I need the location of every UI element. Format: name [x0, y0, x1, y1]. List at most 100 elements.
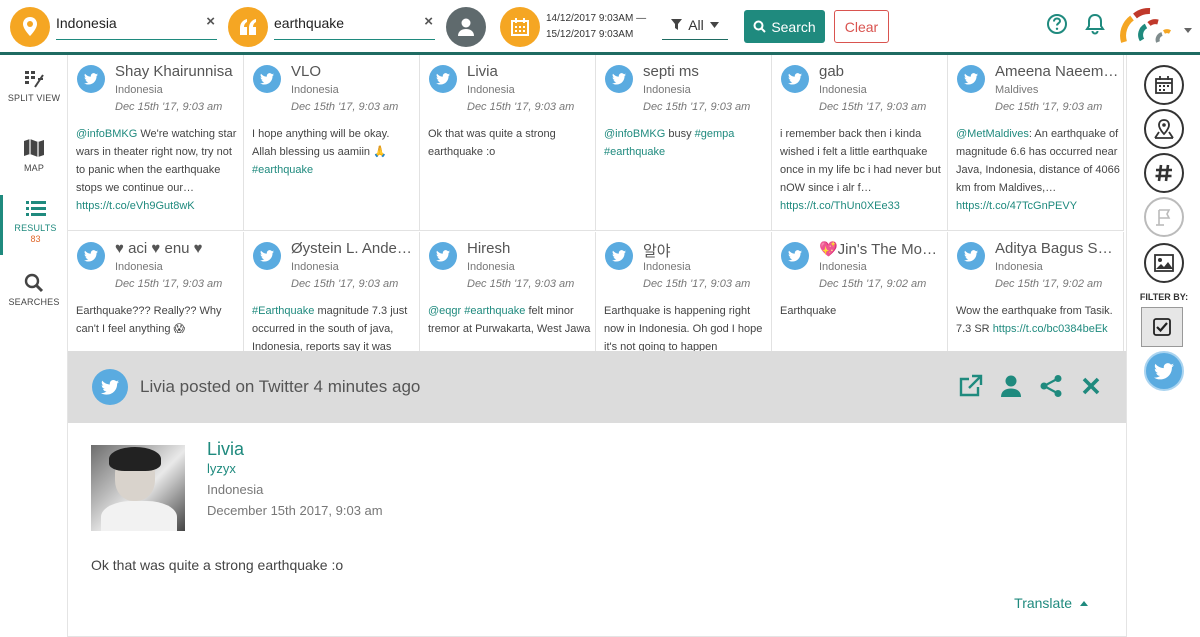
tweet-link[interactable]: https://t.co/47TcGnPEVY	[956, 200, 1077, 212]
search-icon	[753, 20, 767, 33]
search-history-icon	[24, 273, 44, 293]
tweet-location: Indonesia	[467, 84, 515, 96]
translate-button[interactable]: Translate	[1014, 595, 1088, 611]
filter-dropdown-value: All	[688, 16, 704, 33]
tweet-card[interactable]: Livia Indonesia Dec 15th '17, 9:03 am Ok th…	[420, 55, 596, 231]
post-actions	[958, 373, 1104, 399]
split-view-icon	[25, 71, 44, 88]
avatar	[91, 445, 185, 531]
tweet-time: Dec 15th '17, 9:03 am	[291, 278, 399, 290]
author-handle[interactable]: lyzyx	[207, 461, 236, 476]
clear-button[interactable]: Clear	[834, 10, 889, 43]
nav-searches[interactable]: SEARCHES	[0, 273, 68, 307]
account-menu-caret-icon[interactable]	[1184, 20, 1192, 38]
tweet-author: Ameena Naeem…	[995, 63, 1119, 80]
map-pin-icon	[1154, 119, 1174, 139]
nav-map[interactable]: MAP	[0, 137, 68, 173]
tweet-text: @eqgr #earthquake felt minor tremor at P…	[428, 302, 592, 338]
tweet-text-part: I hope anything will be okay. Allah bles…	[252, 128, 390, 158]
date-range[interactable]: 14/12/2017 9:03AM — 15/12/2017 9:03AM	[546, 11, 646, 43]
tweet-link[interactable]: #earthquake	[252, 164, 313, 176]
post-detail-header: Livia posted on Twitter 4 minutes ago	[68, 351, 1126, 423]
tweet-link[interactable]: @MetMaldives	[956, 128, 1029, 140]
quote-icon[interactable]	[228, 7, 268, 47]
tweet-card[interactable]: VLO Indonesia Dec 15th '17, 9:03 am I hope …	[244, 55, 420, 231]
flag-icon	[1156, 209, 1171, 226]
tweet-link[interactable]: @infoBMKG	[604, 128, 665, 140]
search-button[interactable]: Search	[744, 10, 825, 43]
twitter-icon	[781, 242, 809, 270]
tweet-author: Livia	[467, 63, 498, 80]
tweet-time: Dec 15th '17, 9:03 am	[291, 101, 399, 113]
twitter-icon	[605, 65, 633, 93]
tweet-link[interactable]: #Earthquake	[252, 305, 314, 317]
flag-filter-button[interactable]	[1144, 197, 1184, 237]
tweet-link[interactable]: @eqgr #earthquake	[428, 305, 525, 317]
user-profile-icon[interactable]	[998, 373, 1024, 399]
filter-by-label: FILTER BY:	[1139, 292, 1189, 302]
keyword-input[interactable]: earthquake ×	[274, 8, 435, 40]
nav-split-view[interactable]: SPLIT VIEW	[0, 69, 68, 103]
tweet-location: Maldives	[995, 84, 1039, 96]
tweet-text: @MetMaldives: An earthquake of magnitude…	[956, 125, 1120, 215]
left-nav: SPLIT VIEW MAP RESULTS 83 SEARCHES	[0, 55, 68, 637]
calendar-icon	[1155, 76, 1173, 94]
tweet-time: Dec 15th '17, 9:03 am	[467, 101, 575, 113]
tweet-author: ♥ aci ♥ enu ♥	[115, 240, 203, 257]
tweet-time: Dec 15th '17, 9:03 am	[115, 278, 223, 290]
image-filter-button[interactable]	[1144, 243, 1184, 283]
calendar-icon[interactable]	[500, 7, 540, 47]
author-name[interactable]: Livia	[207, 439, 244, 460]
tweet-card[interactable]: Aditya Bagus Se… Indonesia Dec 15th '17, 9…	[948, 232, 1124, 351]
tweet-card[interactable]: gab Indonesia Dec 15th '17, 9:03 am i remem…	[772, 55, 948, 231]
tweet-link[interactable]: https://t.co/ThUn0XEe33	[780, 200, 900, 212]
tweet-link[interactable]: https://t.co/eVh9Gut8wK	[76, 200, 195, 212]
tweet-link[interactable]: @infoBMKG	[76, 128, 137, 140]
tweet-author: Aditya Bagus Se…	[995, 240, 1119, 257]
hashtag-filter-button[interactable]	[1144, 153, 1184, 193]
user-icon[interactable]	[446, 7, 486, 47]
tweet-text: @infoBMKG We're watching star wars in th…	[76, 125, 240, 215]
location-input[interactable]: Indonesia ×	[56, 8, 217, 40]
open-external-icon[interactable]	[958, 373, 984, 399]
tweet-text-part: Earthquake is happening right now in Ind…	[604, 305, 763, 351]
bell-icon[interactable]	[1084, 12, 1106, 41]
brand-logo[interactable]	[1118, 6, 1180, 51]
clear-location-icon[interactable]: ×	[206, 13, 215, 30]
tweet-author: 💖Jin's The Mon…	[819, 241, 943, 258]
twitter-icon	[92, 369, 128, 405]
tweet-card[interactable]: Shay Khairunnisa Indonesia Dec 15th '17, 9…	[68, 55, 244, 231]
tweet-text: @infoBMKG busy #gempa #earthquake	[604, 125, 768, 161]
top-bar: Indonesia × earthquake × 14/12/2017 9:03…	[0, 0, 1200, 55]
close-icon[interactable]	[1078, 373, 1104, 399]
tweet-text: Earthquake	[780, 302, 944, 320]
funnel-icon	[671, 18, 683, 30]
calendar-filter-button[interactable]	[1144, 65, 1184, 105]
tweet-location: Indonesia	[291, 84, 339, 96]
select-filter-checkbox[interactable]	[1141, 307, 1183, 347]
tweet-card[interactable]: Ameena Naeem… Maldives Dec 15th '17, 9:03 …	[948, 55, 1124, 231]
filter-dropdown[interactable]: All	[662, 10, 728, 40]
twitter-filter-button[interactable]	[1144, 351, 1184, 391]
nav-results[interactable]: RESULTS 83	[0, 195, 68, 255]
tweet-card[interactable]: septi ms Indonesia Dec 15th '17, 9:03 am @i…	[596, 55, 772, 231]
tweet-card[interactable]: Øystein L. Ander… Indonesia Dec 15th '17, …	[244, 232, 420, 351]
share-icon[interactable]	[1038, 373, 1064, 399]
tweet-card[interactable]: 알야 Indonesia Dec 15th '17, 9:03 am Earthqua…	[596, 232, 772, 351]
twitter-icon	[253, 65, 281, 93]
image-icon	[1154, 254, 1174, 272]
tweet-author: 알야	[643, 243, 671, 260]
tweet-text-part: busy	[665, 128, 695, 140]
tweet-card[interactable]: Hiresh Indonesia Dec 15th '17, 9:03 am @eqg…	[420, 232, 596, 351]
tweet-text: Ok that was quite a strong earthquake :o	[428, 125, 592, 161]
tweet-card[interactable]: 💖Jin's The Mon… Indonesia Dec 15th '17, 9:…	[772, 232, 948, 351]
location-pin-icon[interactable]	[10, 7, 50, 47]
clear-keyword-icon[interactable]: ×	[424, 13, 433, 30]
keyword-input-value: earthquake	[274, 15, 345, 31]
help-icon[interactable]	[1046, 13, 1068, 40]
tweet-card[interactable]: ♥ aci ♥ enu ♥ Indonesia Dec 15th '17, 9:03…	[68, 232, 244, 351]
nav-map-label: MAP	[23, 163, 45, 173]
nav-results-label: RESULTS	[14, 223, 57, 233]
tweet-link[interactable]: https://t.co/bc0384beEk	[993, 323, 1108, 335]
location-filter-button[interactable]	[1144, 109, 1184, 149]
